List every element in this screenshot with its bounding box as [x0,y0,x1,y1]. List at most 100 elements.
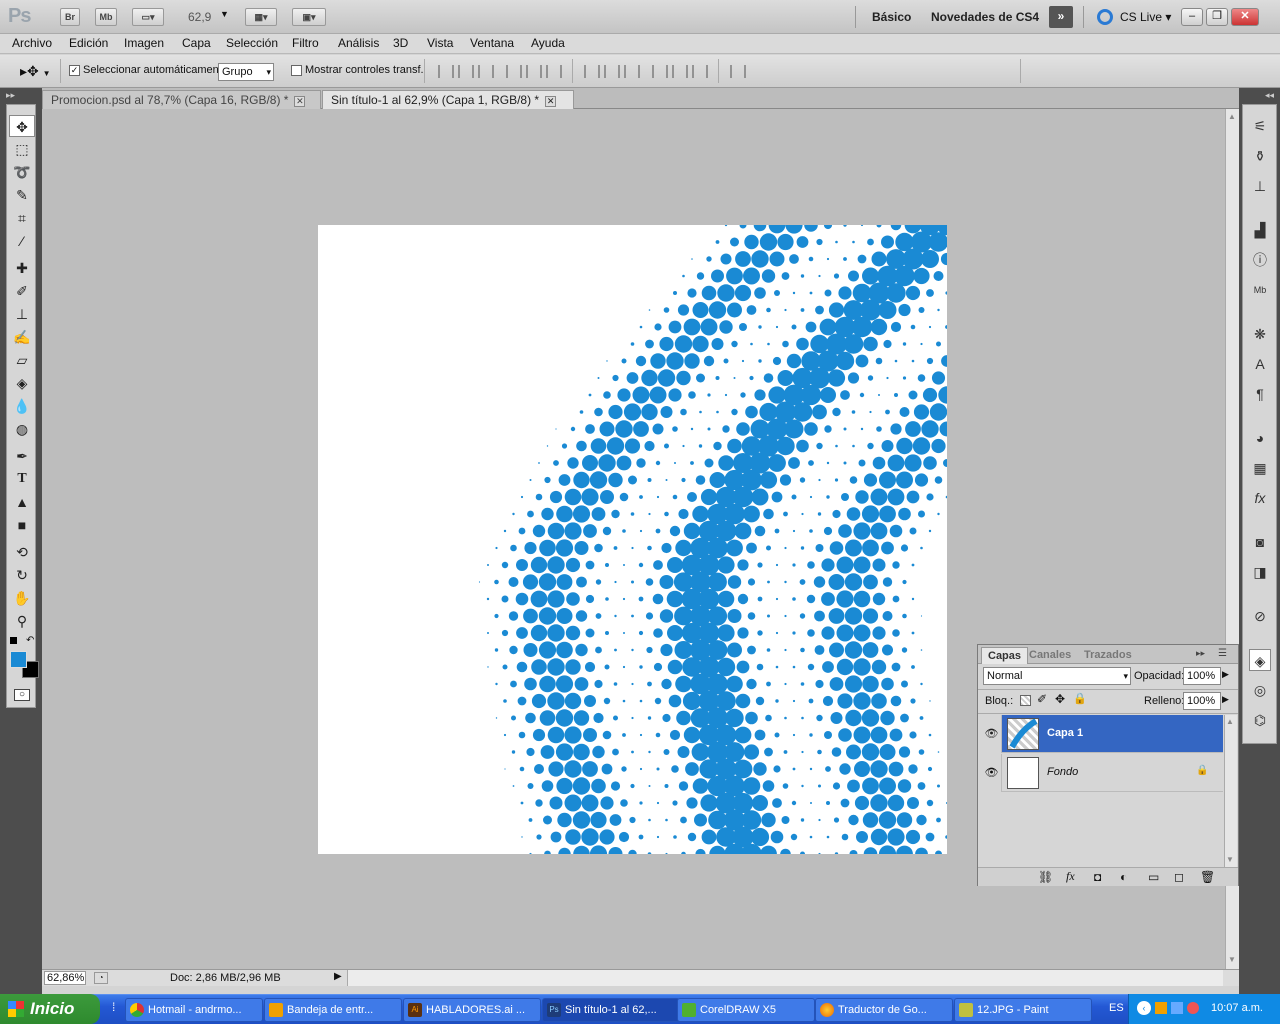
tab-capas[interactable]: Capas [981,647,1029,664]
paths-icon[interactable]: ⌬ [1249,709,1271,731]
styles-icon[interactable]: fx [1249,487,1271,509]
layer-style-icon[interactable]: fx [1066,869,1075,884]
zoom-percent-field[interactable]: 62,86% [44,971,86,985]
menu-ventana[interactable]: Ventana [470,36,514,50]
move-tool-preset-picker[interactable]: ▸✥ ▼ [20,63,51,80]
pen-tool-icon[interactable]: ✒ [9,445,35,467]
taskbar-item[interactable]: Traductor de Go... [815,998,953,1022]
close-button[interactable]: ✕ [1231,8,1259,26]
menu-imagen[interactable]: Imagen [124,36,164,50]
screen-mode-button[interactable]: ▣▾ [292,8,326,26]
mini-bridge-icon[interactable]: Mb [1249,279,1271,301]
fill-field[interactable]: 100% [1183,692,1221,710]
align-vcenter-icon[interactable] [458,65,474,78]
tab-promocion[interactable]: Promocion.psd al 78,7% (Capa 16, RGB/8) … [42,90,321,109]
lock-transparency-icon[interactable] [1020,695,1031,706]
opacity-slider-arrow[interactable]: ▶ [1222,669,1229,680]
menu-ayuda[interactable]: Ayuda [531,36,565,50]
new-layer-icon[interactable]: ◻ [1174,870,1184,884]
crop-tool-icon[interactable]: ⌗ [9,207,35,229]
quick-mask-icon[interactable]: ○ [14,689,30,701]
menu-analisis[interactable]: Análisis [338,36,379,50]
history-brush-tool-icon[interactable]: ✍ [9,326,35,348]
panel-collapse-icon[interactable]: ▸▸ [1196,648,1205,659]
taskbar-item[interactable]: 12.JPG - Paint [954,998,1092,1022]
add-mask-icon[interactable]: ◘ [1094,870,1101,884]
status-icon[interactable]: ◔ [94,972,108,984]
image-canvas[interactable] [318,225,947,854]
distribute-hcenter-icon[interactable] [672,65,688,78]
start-button[interactable]: Inicio [0,994,100,1024]
menu-edicion[interactable]: Edición [69,36,108,50]
navigator-icon[interactable]: ❋ [1249,323,1271,345]
lasso-tool-icon[interactable]: ➰ [9,161,35,183]
bridge-button[interactable]: Br [60,8,80,26]
menu-vista[interactable]: Vista [427,36,453,50]
status-menu-arrow[interactable]: ▶ [334,971,342,982]
hand-tool-icon[interactable]: ✋ [9,587,35,609]
foreground-color-swatch[interactable] [10,651,27,668]
restore-button[interactable]: ❐ [1206,8,1228,26]
show-transform-checkbox[interactable] [291,65,302,76]
3d-orbit-tool-icon[interactable]: ↻ [9,564,35,586]
distribute-left-icon[interactable] [652,65,668,78]
brushes-icon[interactable]: ⚱ [1249,145,1271,167]
color-icon[interactable]: ◕ [1249,427,1271,449]
path-selection-tool-icon[interactable]: ▲ [9,491,35,513]
distribute-top-icon[interactable] [584,65,600,78]
menu-capa[interactable]: Capa [182,36,211,50]
more-workspaces-button[interactable]: » [1049,6,1073,28]
info-icon[interactable]: ⓘ [1249,249,1271,271]
zoom-dropdown-icon[interactable]: ▼ [220,9,229,19]
lock-pixels-icon[interactable]: ✐ [1037,692,1047,706]
minimize-button[interactable]: – [1181,8,1203,26]
swap-colors-icon[interactable]: ↶ [26,635,34,646]
cs-live-menu[interactable]: CS Live ▾ [1120,10,1171,24]
layers-scrollbar[interactable]: ▲ ▼ [1224,715,1237,867]
visibility-eye-icon[interactable]: 👁 [982,715,1002,753]
menu-archivo[interactable]: Archivo [12,36,52,50]
layer-name[interactable]: Fondo [1047,766,1078,778]
brush-presets-icon[interactable]: ⚟ [1249,115,1271,137]
dodge-tool-icon[interactable]: ◍ [9,418,35,440]
blur-tool-icon[interactable]: 💧 [9,395,35,417]
menu-seleccion[interactable]: Selección [226,36,278,50]
taskbar-item[interactable]: Bandeja de entr... [264,998,402,1022]
histogram-icon[interactable]: ▟ [1249,219,1271,241]
horizontal-scrollbar[interactable] [347,970,1223,986]
paint-bucket-tool-icon[interactable]: ◈ [9,372,35,394]
new-group-icon[interactable]: ▭ [1148,870,1159,884]
default-colors-icon[interactable] [10,637,17,644]
marquee-tool-icon[interactable]: ⬚ [9,138,35,160]
autoselect-dropdown[interactable]: Grupo ▾ [218,63,274,81]
menu-filtro[interactable]: Filtro [292,36,319,50]
menu-3d[interactable]: 3D [393,36,408,50]
panel-menu-icon[interactable]: ☰ [1218,648,1227,659]
quick-selection-tool-icon[interactable]: ✎ [9,184,35,206]
character-icon[interactable]: A [1249,353,1271,375]
align-hcenter-icon[interactable] [526,65,542,78]
close-tab-icon[interactable]: ✕ [545,96,557,107]
align-left-icon[interactable] [506,65,522,78]
arrange-documents-button[interactable]: ▦▾ [245,8,277,26]
taskbar-item[interactable]: Ai HABLADORES.ai ... [403,998,541,1022]
3d-rotate-tool-icon[interactable]: ⟲ [9,541,35,563]
zoom-level[interactable]: 62,9 [188,10,211,24]
align-right-icon[interactable] [546,65,562,78]
view-extras-button[interactable]: ▭▾ [132,8,164,26]
adjustments-icon[interactable]: ◙ [1249,531,1271,553]
healing-brush-tool-icon[interactable]: ✚ [9,257,35,279]
workspace-basico[interactable]: Básico [872,10,911,24]
layers-panel-icon[interactable]: ◈ [1249,649,1271,671]
visibility-eye-icon[interactable]: 👁 [982,754,1002,792]
show-hidden-icons[interactable]: ‹ [1137,1001,1151,1015]
tray-security-icon[interactable] [1187,1002,1199,1014]
distribute-bottom-icon[interactable] [624,65,640,78]
clone-stamp-tool-icon[interactable]: ⊥ [9,303,35,325]
tray-network-icon[interactable] [1171,1002,1183,1014]
brush-tool-icon[interactable]: ✐ [9,280,35,302]
paragraph-icon[interactable]: ¶ [1249,383,1271,405]
tab-canales[interactable]: Canales [1023,647,1077,664]
swatches-icon[interactable]: ▦ [1249,457,1271,479]
align-bottom-icon[interactable] [478,65,494,78]
